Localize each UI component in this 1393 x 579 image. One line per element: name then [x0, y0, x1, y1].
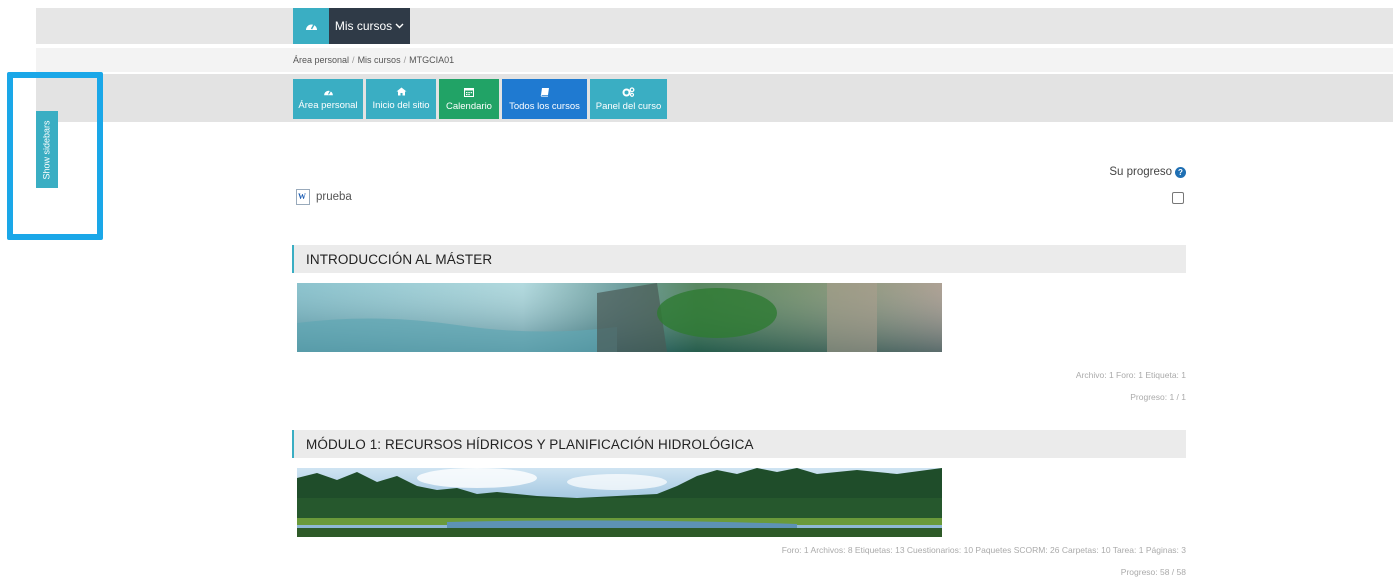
- dashboard-icon: [305, 24, 317, 30]
- section-summary: Archivo: 1 Foro: 1 Etiqueta: 1: [1075, 370, 1186, 380]
- breadcrumb-bar: [36, 48, 1393, 72]
- section-progress: Progreso: 58 / 58: [1120, 567, 1186, 577]
- breadcrumb: Área personal / Mis cursos / MTGCIA01: [293, 55, 454, 65]
- breadcrumb-item-area-personal[interactable]: Área personal: [293, 55, 349, 65]
- calendar-icon: [464, 87, 474, 97]
- progress-header: Su progreso ?: [1080, 166, 1186, 178]
- section-progress: Progreso: 1 / 1: [1130, 392, 1186, 402]
- nav-label: Todos los cursos: [509, 100, 580, 112]
- my-courses-menu[interactable]: Mis cursos: [329, 8, 410, 44]
- breadcrumb-separator: /: [352, 55, 355, 65]
- section-banner-forest: [297, 468, 942, 537]
- section-title-intro[interactable]: INTRODUCCIÓN AL MÁSTER: [292, 245, 1186, 273]
- course-nav-bar: [36, 74, 1393, 122]
- nav-label: Panel del curso: [595, 100, 662, 112]
- progress-label: Su progreso: [1109, 166, 1172, 178]
- nav-button-area-personal[interactable]: Área personal: [293, 79, 363, 119]
- breadcrumb-item-mis-cursos[interactable]: Mis cursos: [358, 55, 401, 65]
- section-title: INTRODUCCIÓN AL MÁSTER: [306, 251, 493, 267]
- book-icon: [540, 87, 549, 97]
- forest-banner-image: [297, 468, 942, 537]
- dashboard-icon: [323, 90, 333, 95]
- nav-label: Área personal: [298, 99, 358, 111]
- nav-button-panel-del-curso[interactable]: Panel del curso: [590, 79, 667, 119]
- help-icon[interactable]: ?: [1175, 166, 1186, 178]
- water-banner-image: [297, 283, 942, 352]
- top-bar: [36, 8, 1393, 44]
- nav-button-todos-los-cursos[interactable]: Todos los cursos: [502, 79, 587, 119]
- word-document-icon: [296, 189, 310, 205]
- section-title-module-1[interactable]: MÓDULO 1: RECURSOS HÍDRICOS Y PLANIFICAC…: [292, 430, 1186, 458]
- activity-prueba[interactable]: prueba: [296, 189, 352, 205]
- breadcrumb-separator: /: [403, 55, 407, 65]
- nav-label: Inicio del sitio: [372, 100, 430, 111]
- nav-button-calendario[interactable]: Calendario: [439, 79, 499, 119]
- dashboard-button[interactable]: [293, 8, 329, 44]
- activity-name[interactable]: prueba: [316, 191, 352, 203]
- cogs-icon: [622, 86, 635, 97]
- breadcrumb-item-course[interactable]: MTGCIA01: [409, 55, 454, 65]
- my-courses-label: Mis cursos: [334, 19, 393, 33]
- highlight-box: [7, 72, 103, 240]
- nav-button-inicio-del-sitio[interactable]: Inicio del sitio: [366, 79, 436, 119]
- completion-checkbox[interactable]: [1172, 192, 1184, 204]
- section-title: MÓDULO 1: RECURSOS HÍDRICOS Y PLANIFICAC…: [306, 436, 754, 452]
- nav-label: Calendario: [446, 100, 492, 112]
- chevron-down-icon: [395, 23, 404, 29]
- section-summary: Foro: 1 Archivos: 8 Etiquetas: 13 Cuesti…: [781, 545, 1186, 555]
- home-icon: [396, 87, 406, 96]
- section-banner-water: [297, 283, 942, 352]
